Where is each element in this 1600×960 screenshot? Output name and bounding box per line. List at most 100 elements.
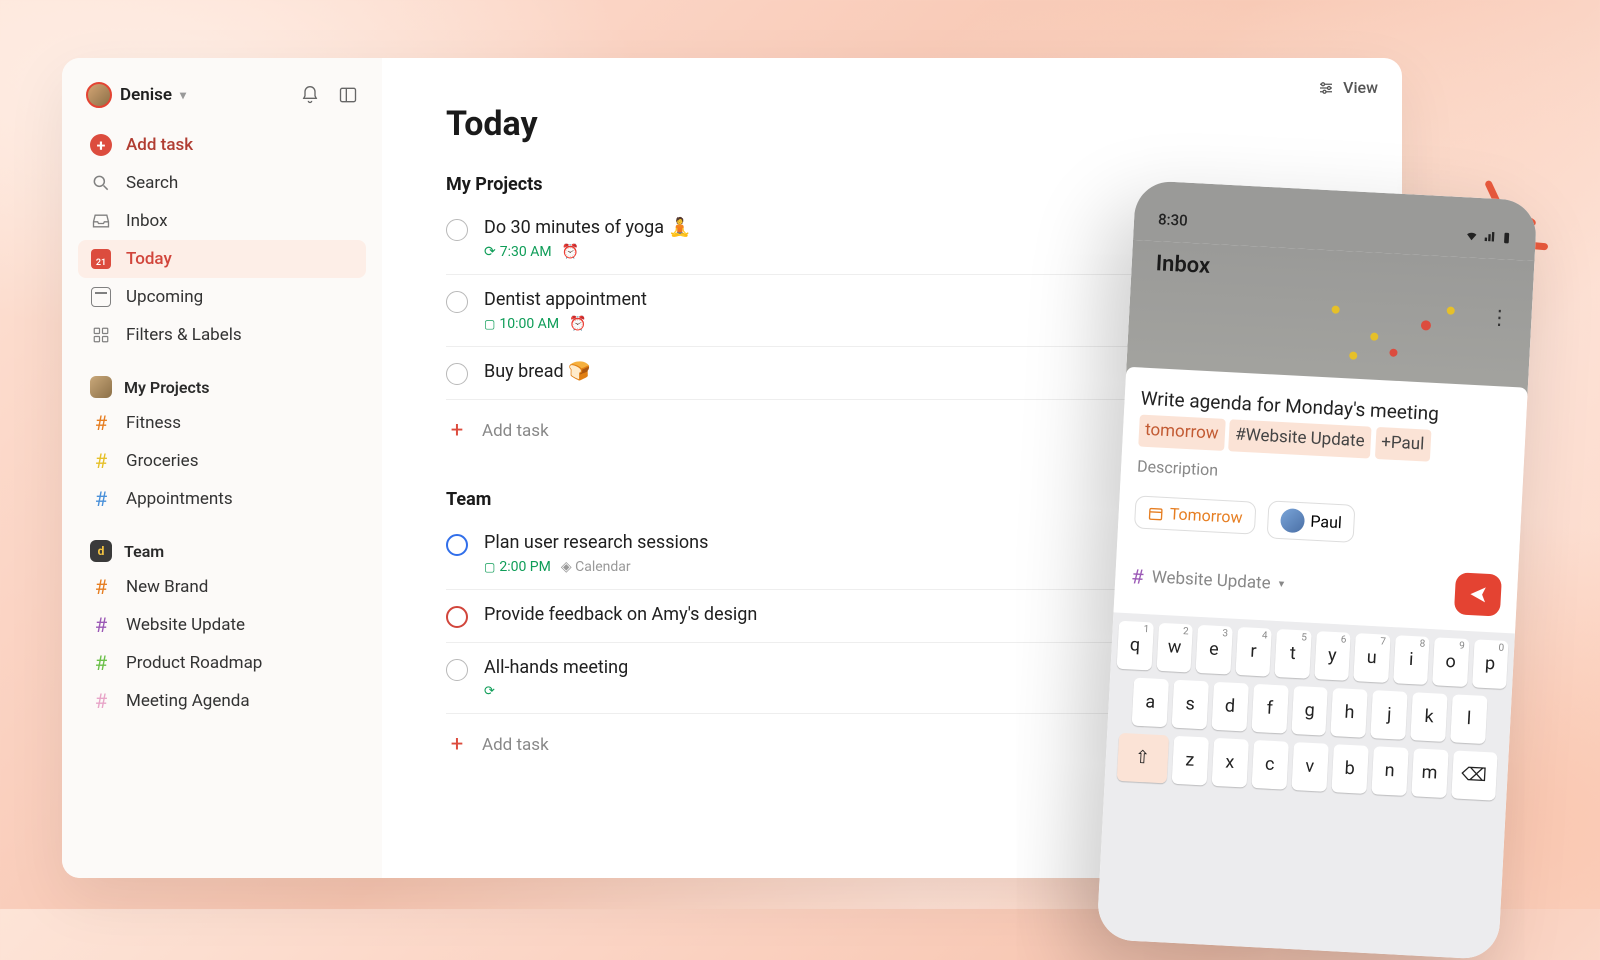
kebab-menu-icon[interactable]: ⋮ [1489,305,1510,330]
chip-project-tag[interactable]: #Website Update [1228,420,1371,459]
keyboard-key[interactable]: e3 [1195,624,1232,674]
keyboard-key[interactable]: n [1371,746,1408,796]
project-selector[interactable]: # Website Update ▾ [1131,564,1285,596]
keyboard-key[interactable]: c [1251,739,1288,789]
keyboard-key[interactable]: y6 [1314,631,1351,681]
status-time: 8:30 [1158,210,1188,230]
task-checkbox[interactable] [446,363,468,385]
keyboard: q1w2e3r4t5y6u7i8o9p0 asdfghjkl ⇧ zxcvbnm… [1096,612,1515,960]
hash-icon: # [95,613,107,637]
keyboard-key[interactable]: u7 [1353,633,1390,683]
team-header[interactable]: Team [78,518,366,568]
avatar [86,82,112,108]
user-menu[interactable]: Denise ▾ [86,82,186,108]
sidebar-label: Today [126,249,172,269]
keyboard-key[interactable]: b [1331,744,1368,794]
pill-due-date[interactable]: Tomorrow [1134,495,1256,534]
sidebar-header: Denise ▾ [78,82,366,126]
sidebar-project-item[interactable]: #Groceries [78,442,366,480]
pill-assignee[interactable]: Paul [1267,500,1356,543]
bell-icon[interactable] [300,85,320,105]
page-title: Today [446,104,1338,144]
view-button[interactable]: View [1317,78,1378,97]
keyboard-key[interactable]: q1 [1117,620,1154,670]
plus-icon: + [446,418,468,443]
sidebar-project-item[interactable]: # Website Update [78,606,366,644]
project-label: Appointments [126,489,233,509]
keyboard-key[interactable]: w2 [1156,622,1193,672]
projects-header[interactable]: My Projects [78,354,366,404]
keyboard-key[interactable]: m [1411,748,1448,798]
task-checkbox[interactable] [446,534,468,556]
sidebar-item-upcoming[interactable]: Upcoming [78,278,366,316]
keyboard-key[interactable]: r4 [1235,626,1272,676]
keyboard-key[interactable]: j [1371,690,1408,740]
task-checkbox[interactable] [446,606,468,628]
keyboard-key[interactable]: t5 [1274,629,1311,679]
task-time: 2:00 PM [499,559,551,575]
sidebar-item-filters[interactable]: Filters & Labels [78,316,366,354]
hash-icon: # [95,575,107,599]
project-select-label: Website Update [1151,567,1271,593]
sidebar-project-item[interactable]: #Fitness [78,404,366,442]
sidebar-item-search[interactable]: Search [78,164,366,202]
grid-icon [90,324,112,346]
wifi-icon [1463,228,1480,243]
avatar-icon [1280,508,1305,533]
project-label: Meeting Agenda [126,691,250,711]
section-header-label: My Projects [124,378,209,397]
task-checkbox[interactable] [446,659,468,681]
plus-icon: + [446,732,468,757]
shift-key[interactable]: ⇧ [1116,732,1168,783]
user-name: Denise [120,85,172,105]
view-label: View [1343,78,1378,97]
task-checkbox[interactable] [446,219,468,241]
send-button[interactable] [1454,572,1502,616]
keyboard-key[interactable]: s [1171,679,1208,729]
battery-icon [1501,230,1512,245]
keyboard-key[interactable]: l [1450,694,1487,744]
keyboard-key[interactable]: p0 [1472,639,1509,689]
keyboard-key[interactable]: d [1211,681,1248,731]
inbox-icon [91,211,111,231]
projects-avatar-icon [90,376,112,398]
keyboard-key[interactable]: i8 [1393,635,1430,685]
project-label: Website Update [126,615,245,635]
task-time: 7:30 AM [500,244,552,260]
keyboard-key[interactable]: a [1132,677,1169,727]
hash-icon: # [95,411,107,435]
sidebar-project-item[interactable]: # New Brand [78,568,366,606]
sidebar-project-item[interactable]: #Meeting Agenda [78,682,366,720]
panel-toggle-icon[interactable] [338,85,358,105]
chevron-down-icon: ▾ [1278,577,1284,590]
task-time: 10:00 AM [499,316,559,332]
signal-icon [1482,229,1499,244]
chip-date[interactable]: tomorrow [1138,415,1225,451]
phone-header-title: Inbox [1155,251,1510,294]
backspace-key[interactable]: ⌫ [1451,750,1497,800]
keyboard-key[interactable]: g [1291,686,1328,736]
chip-assignee[interactable]: +Paul [1374,427,1431,461]
project-label: New Brand [126,577,208,597]
add-task-button[interactable]: + Add task [78,126,366,164]
date-icon: ▢ [484,317,495,331]
keyboard-key[interactable]: k [1410,692,1447,742]
keyboard-key[interactable]: o9 [1432,637,1469,687]
keyboard-key[interactable]: h [1331,688,1368,738]
keyboard-key[interactable]: x [1211,737,1248,787]
hash-icon: # [1131,564,1145,589]
calendar-tag: ◈ Calendar [561,559,631,575]
sidebar-item-today[interactable]: 21 Today [78,240,366,278]
sidebar-item-inbox[interactable]: Inbox [78,202,366,240]
keyboard-key[interactable]: f [1251,683,1288,733]
section-header-label: Team [124,542,164,561]
keyboard-key[interactable]: z [1171,735,1208,785]
task-checkbox[interactable] [446,291,468,313]
sidebar-project-item[interactable]: #Appointments [78,480,366,518]
alarm-icon: ⏰ [562,244,579,260]
task-input[interactable]: Write agenda for Monday's meeting tomorr… [1138,384,1511,466]
pill-label: Tomorrow [1169,504,1243,527]
sidebar: Denise ▾ + Add task Search Inbox 21 Toda… [62,58,382,878]
sidebar-project-item[interactable]: #Product Roadmap [78,644,366,682]
keyboard-key[interactable]: v [1291,742,1328,792]
